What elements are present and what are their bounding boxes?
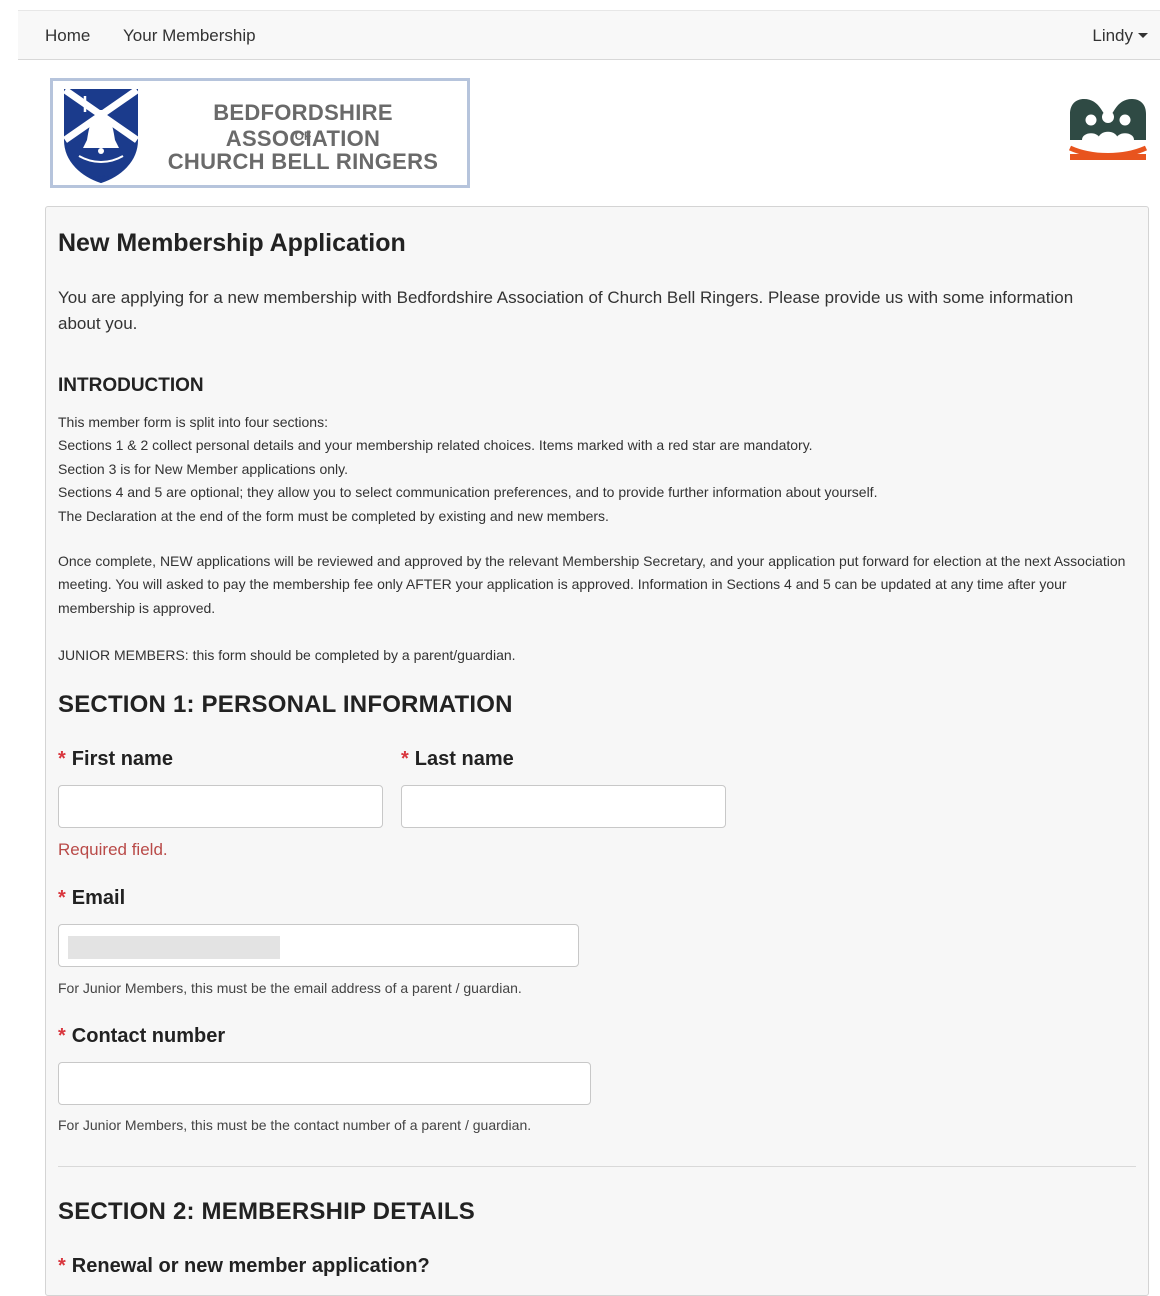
intro-line: Sections 1 & 2 collect personal details … [58, 437, 813, 454]
contact-number-label: * Contact number [58, 1025, 226, 1047]
crest-year: 1882 [93, 175, 110, 182]
junior-members-note: JUNIOR MEMBERS: this form should be comp… [58, 647, 516, 663]
logo-text-line2: OF [294, 129, 312, 143]
association-logo: 1882 BEDFORDSHIRE ASSOCIATION OF CHURCH … [50, 78, 470, 188]
user-name: Lindy [1092, 26, 1133, 45]
last-name-label: * Last name [401, 748, 514, 770]
nav-home-link[interactable]: Home [45, 26, 90, 46]
email-help-text: For Junior Members, this must be the ema… [58, 980, 522, 996]
intro-line: This member form is split into four sect… [58, 414, 328, 430]
intro-line: The Declaration at the end of the form m… [58, 507, 609, 524]
caret-down-icon [1138, 33, 1148, 38]
first-name-input[interactable] [58, 785, 383, 828]
intro-line: Section 3 is for New Member applications… [58, 460, 348, 477]
redacted-email-value [68, 936, 280, 959]
intro-line: Sections 4 and 5 are optional; they allo… [58, 484, 878, 501]
section-divider [58, 1166, 1136, 1167]
renewal-or-new-label: * Renewal or new member application? [58, 1255, 430, 1277]
application-form-panel: New Membership Application You are apply… [45, 206, 1149, 1296]
lead-paragraph: You are applying for a new membership wi… [58, 288, 1074, 333]
top-navbar: Home Your Membership Lindy [18, 10, 1160, 60]
contact-number-help-text: For Junior Members, this must be the con… [58, 1117, 532, 1133]
logo-text-line3: CHURCH BELL RINGERS [167, 149, 439, 174]
bell-crest-icon: 1882 [63, 88, 139, 184]
logo-text-line1: BEDFORDSHIRE ASSOCIATION [213, 100, 393, 151]
review-paragraph: Once complete, NEW applications will be … [58, 553, 1126, 616]
membership-app-logo-icon [1068, 99, 1148, 160]
first-name-label: * First name [58, 748, 173, 770]
required-star: * [58, 1025, 66, 1047]
last-name-input[interactable] [401, 785, 726, 828]
page-title: New Membership Application [58, 229, 406, 257]
required-star: * [58, 748, 66, 770]
contact-number-input[interactable] [58, 1062, 591, 1105]
section1-heading: SECTION 1: PERSONAL INFORMATION [58, 691, 513, 718]
required-star: * [401, 748, 409, 770]
email-label: * Email [58, 887, 126, 909]
first-name-error: Required field. [58, 840, 168, 859]
user-menu-dropdown[interactable]: Lindy [1092, 26, 1148, 46]
section2-heading: SECTION 2: MEMBERSHIP DETAILS [58, 1198, 475, 1225]
introduction-text: This member form is split into four sect… [58, 411, 1128, 528]
required-star: * [58, 1255, 66, 1277]
nav-your-membership-link[interactable]: Your Membership [123, 26, 256, 46]
introduction-heading: INTRODUCTION [58, 375, 204, 396]
required-star: * [58, 887, 66, 909]
